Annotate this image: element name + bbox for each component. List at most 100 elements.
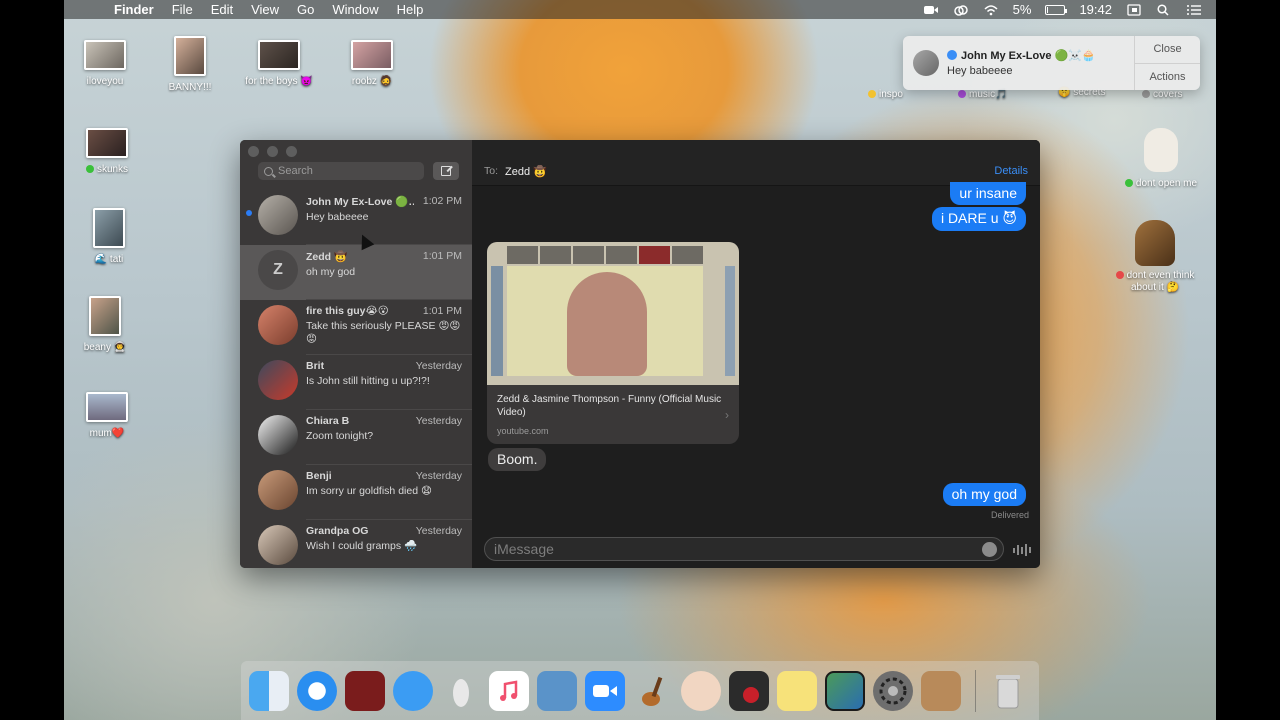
- menu-edit[interactable]: Edit: [211, 0, 233, 19]
- conversation-zedd[interactable]: Z Zedd 🤠 1:01 PM oh my god: [240, 245, 472, 300]
- thumbnail-sidebar: [491, 266, 503, 376]
- conversation-preview: Take this seriously PLEASE 😡😡😡: [306, 320, 461, 345]
- menu-window[interactable]: Window: [332, 0, 378, 19]
- desktop-icon-for-the-boys[interactable]: for the boys 👿: [234, 40, 324, 87]
- conversation-brit[interactable]: Brit Yesterday Is John still hitting u u…: [240, 355, 472, 410]
- menu-file[interactable]: File: [172, 0, 193, 19]
- conversation-time: 1:01 PM: [422, 305, 462, 317]
- seal-app-icon[interactable]: [537, 670, 577, 711]
- menu-view[interactable]: View: [251, 0, 279, 19]
- notification-center-icon[interactable]: [1186, 4, 1202, 16]
- message-bubble-incoming[interactable]: Boom.: [488, 448, 547, 471]
- lion-icon: [1135, 220, 1175, 266]
- system-preferences-icon[interactable]: [873, 670, 913, 711]
- desktop-icon-banny[interactable]: BANNY!!!: [145, 36, 235, 93]
- desktop-icon-label: music🎵: [969, 89, 1008, 100]
- eggplant-app-icon[interactable]: [441, 671, 481, 711]
- conversation-name: Brit: [306, 360, 325, 372]
- safari-icon[interactable]: [297, 670, 337, 711]
- conversation-preview: Is John still hitting u up?!?!: [306, 375, 430, 387]
- menu-clock[interactable]: 19:42: [1079, 2, 1112, 17]
- spotlight-search-icon[interactable]: [1156, 3, 1172, 16]
- audio-message-icon[interactable]: [1013, 544, 1031, 556]
- stickies-icon[interactable]: [777, 670, 817, 711]
- search-icon: [264, 166, 273, 176]
- photo-app-icon[interactable]: [729, 670, 769, 711]
- conversation-time: 1:01 PM: [422, 250, 462, 262]
- trash-icon[interactable]: [988, 671, 1028, 711]
- photo-booth-icon[interactable]: [345, 670, 385, 711]
- desktop-folder-covers[interactable]: covers: [1142, 89, 1182, 100]
- zoom-window-button[interactable]: [286, 146, 297, 157]
- desktop-folder-inspo[interactable]: inspo: [868, 89, 903, 100]
- music-icon[interactable]: [489, 670, 529, 711]
- desktop-icon-tati[interactable]: 🌊 tati: [64, 208, 154, 265]
- close-button[interactable]: Close: [1135, 36, 1200, 64]
- desktop-icon-label: BANNY!!!: [168, 82, 212, 93]
- finder-icon[interactable]: [249, 670, 289, 711]
- details-button[interactable]: Details: [994, 165, 1028, 177]
- photo-thumbnail: [351, 40, 393, 70]
- notification-sender: John My Ex-Love 🟢☠️🧁: [947, 49, 1096, 62]
- chevron-right-icon: ›: [725, 408, 729, 422]
- conversation-sidebar: Search John My Ex-Love 🟢… 1:02 PM Hey ba…: [240, 140, 472, 568]
- close-window-button[interactable]: [248, 146, 259, 157]
- search-input[interactable]: Search: [258, 162, 424, 180]
- recipient-name[interactable]: Zedd 🤠: [505, 165, 547, 178]
- message-notification[interactable]: John My Ex-Love 🟢☠️🧁 Hey babeeee Close A…: [903, 36, 1200, 90]
- conversation-grandpa[interactable]: Grandpa OG Yesterday Wish I could gramps…: [240, 520, 472, 568]
- desktop-icon-skunks[interactable]: skunks: [62, 128, 152, 175]
- desktop-icon-dont-even-think[interactable]: dont even think about it 🤔: [1110, 220, 1200, 294]
- desktop-folder-music[interactable]: music🎵: [958, 89, 1008, 100]
- link-domain: youtube.com: [497, 426, 549, 436]
- message-input[interactable]: iMessage: [484, 537, 1004, 561]
- display-icon[interactable]: [1126, 3, 1142, 16]
- screen-record-icon[interactable]: [923, 4, 939, 16]
- notification-message: Hey babeeee: [947, 65, 1013, 77]
- creative-cloud-icon[interactable]: [953, 4, 969, 16]
- preview-icon[interactable]: [825, 670, 865, 711]
- thumbnail-strip: [507, 246, 703, 264]
- garageband-icon[interactable]: [633, 671, 673, 711]
- minimize-window-button[interactable]: [267, 146, 278, 157]
- avatar: [258, 525, 298, 565]
- battery-percent[interactable]: 5%: [1013, 2, 1032, 17]
- message-bubble-outgoing[interactable]: ur insane: [950, 182, 1026, 205]
- contacts-icon[interactable]: [921, 670, 961, 711]
- messages-icon[interactable]: [393, 670, 433, 711]
- conversation-benji[interactable]: Benji Yesterday Im sorry ur goldfish die…: [240, 465, 472, 520]
- conversation-name: Zedd 🤠: [306, 251, 348, 263]
- desktop-icon-label: 🌊 tati: [94, 254, 124, 265]
- conversation-fire-this-guy[interactable]: fire this guy😭😮 1:01 PM Take this seriou…: [240, 300, 472, 355]
- emoji-picker-icon[interactable]: [982, 542, 997, 557]
- desktop-icon-beany[interactable]: beany 👨‍🚀: [60, 296, 150, 353]
- face-app-icon[interactable]: [681, 670, 721, 711]
- message-bubble-outgoing[interactable]: oh my god: [942, 483, 1026, 506]
- desktop-icon-label: skunks: [62, 164, 152, 175]
- conversation-preview: Wish I could gramps 🌧️: [306, 540, 418, 552]
- avatar: [258, 415, 298, 455]
- link-preview-card[interactable]: Zedd & Jasmine Thompson - Funny (Officia…: [487, 242, 739, 444]
- conversation-chiara[interactable]: Chiara B Yesterday Zoom tonight?: [240, 410, 472, 465]
- actions-button[interactable]: Actions: [1135, 64, 1200, 91]
- conversation-preview: Im sorry ur goldfish died 😧: [306, 485, 432, 497]
- compose-button[interactable]: [433, 162, 459, 180]
- battery-icon[interactable]: [1045, 4, 1068, 15]
- notification-body[interactable]: John My Ex-Love 🟢☠️🧁 Hey babeeee: [903, 36, 1134, 90]
- zoom-icon[interactable]: [585, 670, 625, 711]
- photo-thumbnail: [93, 208, 125, 248]
- video-subject: [567, 272, 647, 376]
- messages-window: Search John My Ex-Love 🟢… 1:02 PM Hey ba…: [240, 140, 1040, 568]
- desktop-icon-roobz[interactable]: roobz 🧔: [327, 40, 417, 87]
- chat-pane: To: Zedd 🤠 Details ur insane i DARE u 😈 …: [472, 140, 1040, 568]
- menu-go[interactable]: Go: [297, 0, 314, 19]
- wifi-icon[interactable]: [983, 4, 999, 16]
- desktop-icon-iloveyou[interactable]: iloveyou: [60, 40, 150, 87]
- menu-help[interactable]: Help: [397, 0, 424, 19]
- message-bubble-outgoing[interactable]: i DARE u 😈: [931, 207, 1026, 231]
- menu-app-name[interactable]: Finder: [114, 0, 154, 19]
- dock: [241, 661, 1039, 720]
- desktop-icon-dont-open-me[interactable]: dont open me: [1116, 128, 1206, 189]
- desktop-icon-mum[interactable]: mum❤️: [62, 392, 152, 439]
- avatar: [258, 305, 298, 345]
